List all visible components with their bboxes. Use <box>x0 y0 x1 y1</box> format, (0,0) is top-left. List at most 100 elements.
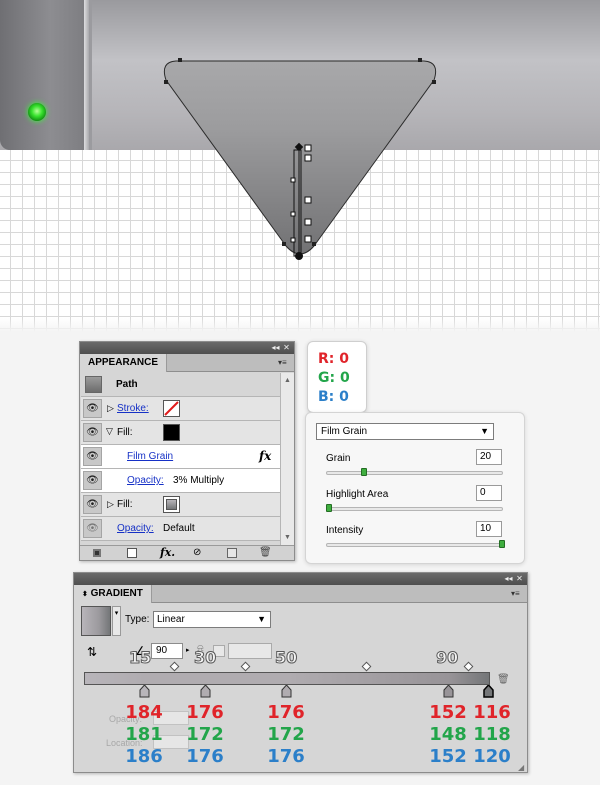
grain-label: Grain <box>326 453 351 464</box>
gradient-stop-selected[interactable] <box>483 685 494 698</box>
stroke-label[interactable]: Stroke: <box>117 403 149 414</box>
stop-blue-value: 186 <box>125 746 163 767</box>
aspect-ratio-field-disabled <box>228 643 272 659</box>
eye-icon[interactable]: 👁 <box>83 447 102 466</box>
none-slash-icon <box>164 401 179 416</box>
collapse-icon[interactable]: ◂◂ <box>504 574 513 583</box>
intensity-slider-thumb[interactable] <box>499 540 505 548</box>
intensity-field[interactable]: 10 <box>476 521 502 537</box>
rgb-value-card: R: 0 G: 0 B: 0 <box>307 341 367 413</box>
opacity-label[interactable]: Opacity: <box>117 523 154 534</box>
highlight-area-field[interactable]: 0 <box>476 485 502 501</box>
appearance-row-fill-black[interactable]: 👁 ▽ Fill: <box>81 421 280 445</box>
eye-icon[interactable]: 👁 <box>83 519 102 538</box>
gradient-titlebar[interactable]: ◂◂ ✕ <box>74 573 527 585</box>
panel-menu-icon[interactable]: ▾≡ <box>511 589 523 598</box>
eye-icon[interactable]: 👁 <box>83 471 102 490</box>
delete-item-icon[interactable]: 🗑 <box>259 547 272 558</box>
tab-arrows-icon: ⬍ <box>82 591 88 598</box>
film-grain-dialog: Film Grain ▼ Grain 20 Highlight Area 0 I… <box>305 412 525 564</box>
filter-select[interactable]: Film Grain ▼ <box>316 423 494 440</box>
gradient-slider-bar[interactable] <box>84 672 490 685</box>
stop-green-value: 148 <box>429 724 467 745</box>
eye-icon[interactable]: 👁 <box>83 423 102 442</box>
fill-black-swatch[interactable] <box>163 424 180 441</box>
fill-gradient-swatch[interactable] <box>163 496 180 513</box>
rgb-blue-value: B: 0 <box>318 389 349 405</box>
gradient-type-select[interactable]: Linear ▼ <box>153 611 271 628</box>
intensity-label: Intensity <box>326 525 364 536</box>
midpoint-percent: 15 <box>128 648 152 668</box>
appearance-tab-row: APPEARANCE ▾≡ <box>80 354 294 372</box>
scroll-down-icon[interactable]: ▼ <box>284 534 291 541</box>
tab-gradient[interactable]: ⬍ GRADIENT <box>74 585 152 603</box>
fx-icon[interactable]: fx <box>259 449 271 463</box>
appearance-row-fill-gradient[interactable]: 👁 ▷ Fill: <box>81 493 280 517</box>
stop-red-value: 116 <box>473 702 511 723</box>
fill-label: Fill: <box>117 427 133 438</box>
gradient-stop[interactable] <box>200 685 211 698</box>
appearance-row-path[interactable]: Path <box>81 373 280 397</box>
gradient-stop[interactable] <box>139 685 150 698</box>
appearance-row-film-grain[interactable]: 👁 Film Grain fx <box>81 445 280 469</box>
reverse-gradient-icon[interactable]: ⇅ <box>87 645 97 659</box>
triangle-artwork[interactable] <box>0 0 600 332</box>
appearance-row-stroke[interactable]: 👁 ▷ Stroke: <box>81 397 280 421</box>
midpoint-percent: 50 <box>274 648 298 668</box>
intensity-slider[interactable] <box>326 543 503 547</box>
rgb-red-value: R: 0 <box>318 351 349 367</box>
grain-field[interactable]: 20 <box>476 449 502 465</box>
highlight-area-slider-thumb[interactable] <box>326 504 332 512</box>
highlight-area-slider[interactable] <box>326 507 503 511</box>
appearance-row-opacity-multiply[interactable]: 👁 Opacity: 3% Multiply <box>81 469 280 493</box>
close-icon[interactable]: ✕ <box>515 574 524 583</box>
highlight-area-label: Highlight Area <box>326 489 389 500</box>
stroke-none-swatch[interactable] <box>163 400 180 417</box>
midpoint-percent: 90 <box>435 648 459 668</box>
add-new-fill-icon[interactable] <box>127 548 137 558</box>
collapse-triangle-icon[interactable]: ▽ <box>106 426 113 437</box>
eye-icon[interactable]: 👁 <box>83 495 102 514</box>
stop-green-value: 181 <box>125 724 163 745</box>
gradient-type-value: Linear <box>157 614 185 625</box>
delete-stop-icon[interactable]: 🗑 <box>497 674 510 685</box>
panel-menu-icon[interactable]: ▾≡ <box>278 358 290 367</box>
triangle-shape <box>163 60 437 255</box>
gradient-stop[interactable] <box>443 685 454 698</box>
opacity-label[interactable]: Opacity: <box>127 475 164 486</box>
grain-slider-thumb[interactable] <box>360 468 367 476</box>
add-effect-fx-icon[interactable]: fx. <box>160 546 175 559</box>
chevron-down-icon: ▼ <box>480 426 489 436</box>
add-new-stroke-icon[interactable] <box>93 549 101 557</box>
appearance-scrollbar[interactable]: ▲ ▼ <box>280 373 294 545</box>
gradient-annotator[interactable] <box>290 142 312 260</box>
clear-appearance-icon[interactable]: ⊘ <box>193 547 201 558</box>
fill-label: Fill: <box>117 499 133 510</box>
stop-blue-value: 176 <box>186 746 224 767</box>
expand-triangle-icon[interactable]: ▷ <box>107 403 114 414</box>
resize-grip-icon[interactable]: ◢ <box>518 763 524 772</box>
appearance-titlebar[interactable]: ◂◂ ✕ <box>80 342 294 354</box>
appearance-panel: ◂◂ ✕ APPEARANCE ▾≡ Path 👁 ▷ Stroke: 👁 ▽ … <box>79 341 295 561</box>
scroll-up-icon[interactable]: ▲ <box>284 377 291 384</box>
collapse-icon[interactable]: ◂◂ <box>271 343 280 352</box>
eye-icon[interactable]: 👁 <box>83 399 102 418</box>
stop-red-value: 176 <box>186 702 224 723</box>
film-grain-effect-link[interactable]: Film Grain <box>127 451 173 462</box>
stop-green-value: 172 <box>186 724 224 745</box>
opacity-value: Default <box>163 523 195 534</box>
gradient-swatch-dropdown-icon[interactable]: ▾ <box>112 606 121 636</box>
expand-triangle-icon[interactable]: ▷ <box>107 499 114 510</box>
angle-dropdown-icon[interactable]: ▸ <box>186 646 190 654</box>
close-icon[interactable]: ✕ <box>282 343 291 352</box>
angle-field[interactable]: 90 <box>151 643 183 659</box>
duplicate-item-icon[interactable] <box>227 548 237 558</box>
stop-green-value: 172 <box>267 724 305 745</box>
tab-appearance[interactable]: APPEARANCE <box>80 354 168 372</box>
opacity-value: 3% Multiply <box>173 475 225 486</box>
gradient-stop[interactable] <box>281 685 292 698</box>
appearance-row-opacity-default[interactable]: 👁 Opacity: Default <box>81 517 280 541</box>
stop-blue-value: 152 <box>429 746 467 767</box>
grain-slider[interactable] <box>326 471 503 475</box>
gradient-preview-swatch[interactable] <box>81 606 111 636</box>
